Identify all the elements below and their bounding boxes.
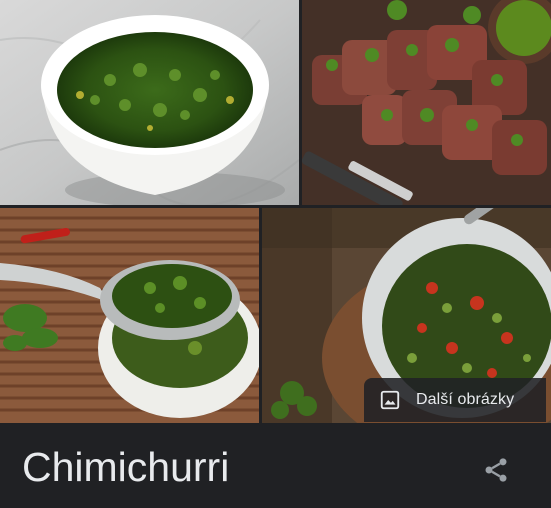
image-tile-1[interactable]: [0, 0, 299, 205]
chimichurri-bowl-image: [0, 0, 299, 205]
image-tile-3[interactable]: [0, 208, 259, 423]
steak-image: [302, 0, 551, 205]
share-icon: [485, 458, 507, 482]
share-button[interactable]: [478, 452, 514, 488]
image-icon: [378, 388, 402, 412]
spoon-bowl-image: [0, 208, 259, 423]
image-tile-2[interactable]: [302, 0, 551, 205]
more-images-label: Další obrázky: [416, 391, 515, 408]
title-bar: Chimichurri: [0, 423, 551, 508]
knowledge-panel: Další obrázky Chimichurri: [0, 0, 551, 508]
entity-title: Chimichurri: [22, 444, 230, 490]
more-images-button[interactable]: Další obrázky: [364, 378, 546, 422]
